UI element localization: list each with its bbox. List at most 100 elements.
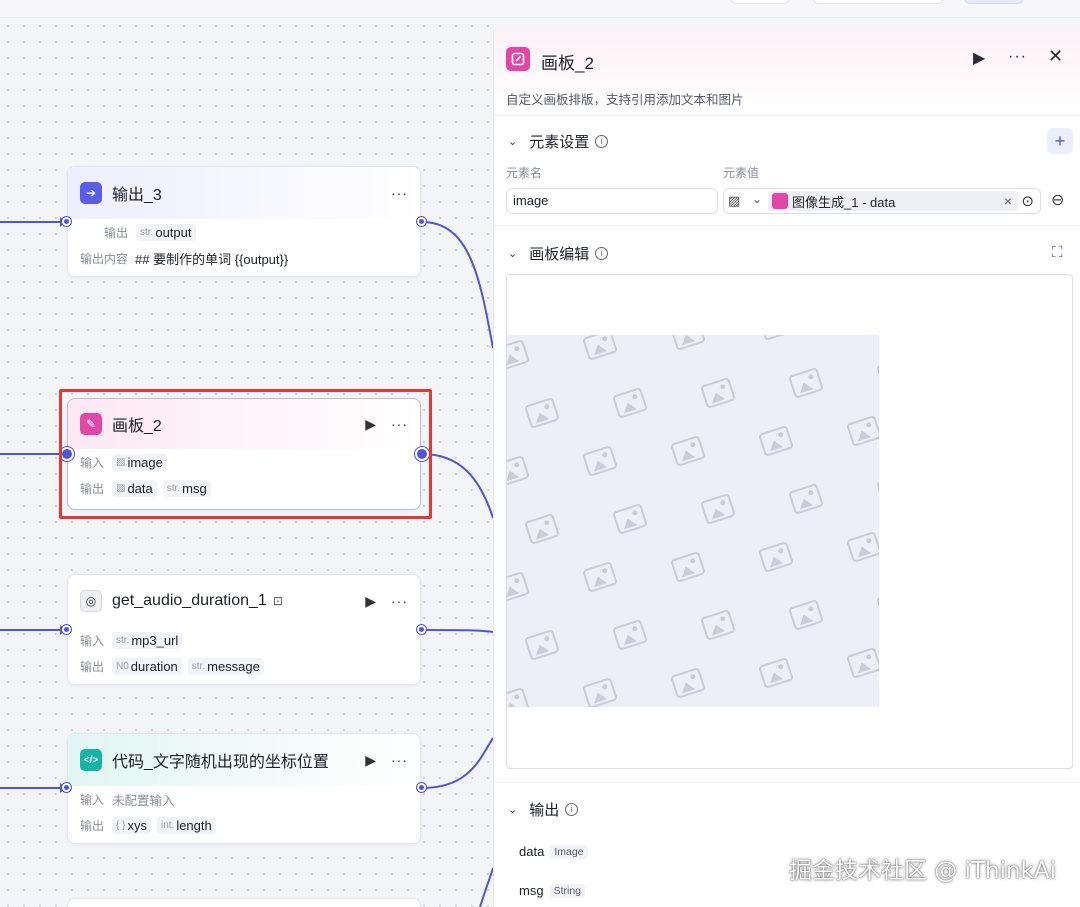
remove-element-icon[interactable]: ⊖ xyxy=(1051,190,1064,210)
node-code[interactable]: </> 代码_文字随机出现的坐标位置 ▶ ··· 输入 未配置输入 输出 { }… xyxy=(67,733,421,844)
row-label: 输出 xyxy=(104,225,129,240)
image-placeholder-icon xyxy=(612,502,648,536)
node-output-3[interactable]: ➔ 输出_3 ··· 输出 str. output 输出内容 ## 要制作的单词 … xyxy=(67,166,421,277)
node-content-row: 输出内容 ## 要制作的单词 {{output}} xyxy=(68,245,420,271)
type-prefix: str. xyxy=(140,226,154,238)
fullscreen-icon[interactable]: ⛶ xyxy=(1052,244,1063,261)
node-get-audio-duration[interactable]: ◎ get_audio_duration_1 ⊡ ▶ ··· 输入 str. mp… xyxy=(67,574,421,685)
board-canvas[interactable] xyxy=(506,274,1073,769)
reference-text: 图像生成_1 - data xyxy=(792,194,896,210)
image-placeholder-icon xyxy=(670,335,706,352)
var-name: xys xyxy=(127,817,147,833)
toolbar-button[interactable] xyxy=(730,0,790,4)
image-placeholder-icon xyxy=(758,335,794,342)
type-prefix: N0 xyxy=(116,660,129,672)
var-name: output xyxy=(155,224,192,240)
chevron-down-icon[interactable]: ⌄ xyxy=(752,192,762,206)
element-name-label: 元素名 xyxy=(506,166,543,180)
node-partial[interactable] xyxy=(67,898,421,907)
node-output-row: 输出 str. output xyxy=(68,219,420,245)
image-placeholder-icon xyxy=(788,598,824,632)
board-edit-header[interactable]: ⌄ 画板编辑 i xyxy=(508,241,609,265)
var-tag: int. length xyxy=(156,816,216,834)
image-placeholder-icon xyxy=(700,376,736,410)
panel-header: 画板_2 ▶ ··· ✕ 自定义画板排版，支持引用添加文本和图片 xyxy=(494,30,1080,116)
board-icon xyxy=(506,47,530,71)
node-header: ◎ get_audio_duration_1 ⊡ ▶ ··· xyxy=(68,575,420,627)
var-name: length xyxy=(176,817,212,833)
element-value-field[interactable]: ▨ ⌄ 图像生成_1 - data × ⊙ xyxy=(723,188,1041,214)
node-title: 输出_3 xyxy=(112,187,162,204)
run-icon[interactable]: ▶ xyxy=(973,48,985,68)
image-placeholder-icon xyxy=(507,454,530,488)
image-placeholder-icon xyxy=(507,570,530,604)
var-name: mp3_url xyxy=(131,632,179,648)
more-icon[interactable]: ··· xyxy=(391,593,408,609)
reference-chip[interactable]: 图像生成_1 - data × xyxy=(768,191,1018,211)
clear-icon[interactable]: × xyxy=(1004,193,1012,209)
add-element-button[interactable]: + xyxy=(1047,128,1073,154)
var-tag: { } xys xyxy=(112,816,151,834)
image-type-icon[interactable]: ▨ xyxy=(728,193,740,209)
output-port[interactable] xyxy=(417,217,426,226)
element-settings-section: ⌄ 元素设置 i + 元素名 元素值 image ▨ ⌄ 图像生成_1 - da… xyxy=(494,116,1080,226)
element-name-input[interactable]: image xyxy=(506,188,718,214)
output-port[interactable] xyxy=(417,783,426,792)
info-icon[interactable]: i xyxy=(595,134,609,148)
image-placeholder-icon xyxy=(788,366,824,400)
image-placeholder-icon xyxy=(507,338,530,372)
input-port[interactable] xyxy=(62,783,71,792)
chevron-down-icon: ⌄ xyxy=(508,247,518,260)
section-title: 元素设置 xyxy=(529,133,590,151)
close-icon[interactable]: ✕ xyxy=(1048,46,1063,67)
image-placeholder-icon xyxy=(846,530,879,564)
output-header[interactable]: ⌄ 输出 i xyxy=(508,797,579,821)
image-placeholder-icon xyxy=(876,356,879,390)
code-icon: </> xyxy=(80,749,102,771)
panel-description: 自定义画板排版，支持引用添加文本和图片 xyxy=(506,93,744,107)
image-placeholder-icon xyxy=(582,335,618,362)
input-port[interactable] xyxy=(62,217,71,226)
type-prefix: { } xyxy=(116,819,126,831)
node-output-row: 输出 { } xys int. length xyxy=(68,812,420,838)
image-placeholder-icon xyxy=(582,676,618,707)
image-placeholder-icon xyxy=(612,386,648,420)
var-tag: str. output xyxy=(136,223,196,241)
section-title: 画板编辑 xyxy=(529,245,590,263)
type-prefix: int. xyxy=(160,819,175,831)
run-icon[interactable]: ▶ xyxy=(365,593,377,610)
section-title: 输出 xyxy=(529,801,560,819)
input-port[interactable] xyxy=(62,625,71,634)
info-icon[interactable]: i xyxy=(565,802,579,816)
run-icon[interactable]: ▶ xyxy=(365,752,377,769)
output-item: msg String xyxy=(519,883,585,898)
row-label: 输入 xyxy=(80,633,105,648)
row-label: 输出 xyxy=(80,659,105,674)
var-tag: N0 duration xyxy=(112,657,182,675)
more-icon[interactable]: ··· xyxy=(391,752,408,768)
variable-select-icon[interactable]: ⊙ xyxy=(1021,192,1034,210)
wire-from-output3 xyxy=(421,221,493,349)
element-settings-header[interactable]: ⌄ 元素设置 i xyxy=(508,129,609,153)
image-placeholder-icon xyxy=(876,588,879,622)
image-placeholder-icon xyxy=(524,512,560,546)
node-title: 代码_文字随机出现的坐标位置 xyxy=(112,754,329,771)
toolbar-button[interactable] xyxy=(964,0,1024,4)
var-name: message xyxy=(207,658,260,674)
node-title: get_audio_duration_1 xyxy=(112,592,267,609)
output-port[interactable] xyxy=(417,625,426,634)
wire-bottom xyxy=(479,867,493,907)
image-placeholder-icon xyxy=(758,656,794,690)
image-placeholder-icon xyxy=(876,472,879,506)
more-icon[interactable]: ··· xyxy=(1008,48,1027,66)
node-input-row: 输入 str. mp3_url xyxy=(68,627,420,653)
output-type-badge: String xyxy=(549,883,585,898)
info-icon[interactable]: i xyxy=(595,246,609,260)
image-placeholder[interactable] xyxy=(507,335,879,707)
input-empty-text: 未配置输入 xyxy=(112,793,175,808)
image-placeholder-icon xyxy=(507,686,530,707)
wire-from-audio xyxy=(421,629,493,633)
more-icon[interactable]: ··· xyxy=(391,185,408,201)
toolbar-button[interactable] xyxy=(812,0,944,4)
top-toolbar xyxy=(0,0,1080,18)
